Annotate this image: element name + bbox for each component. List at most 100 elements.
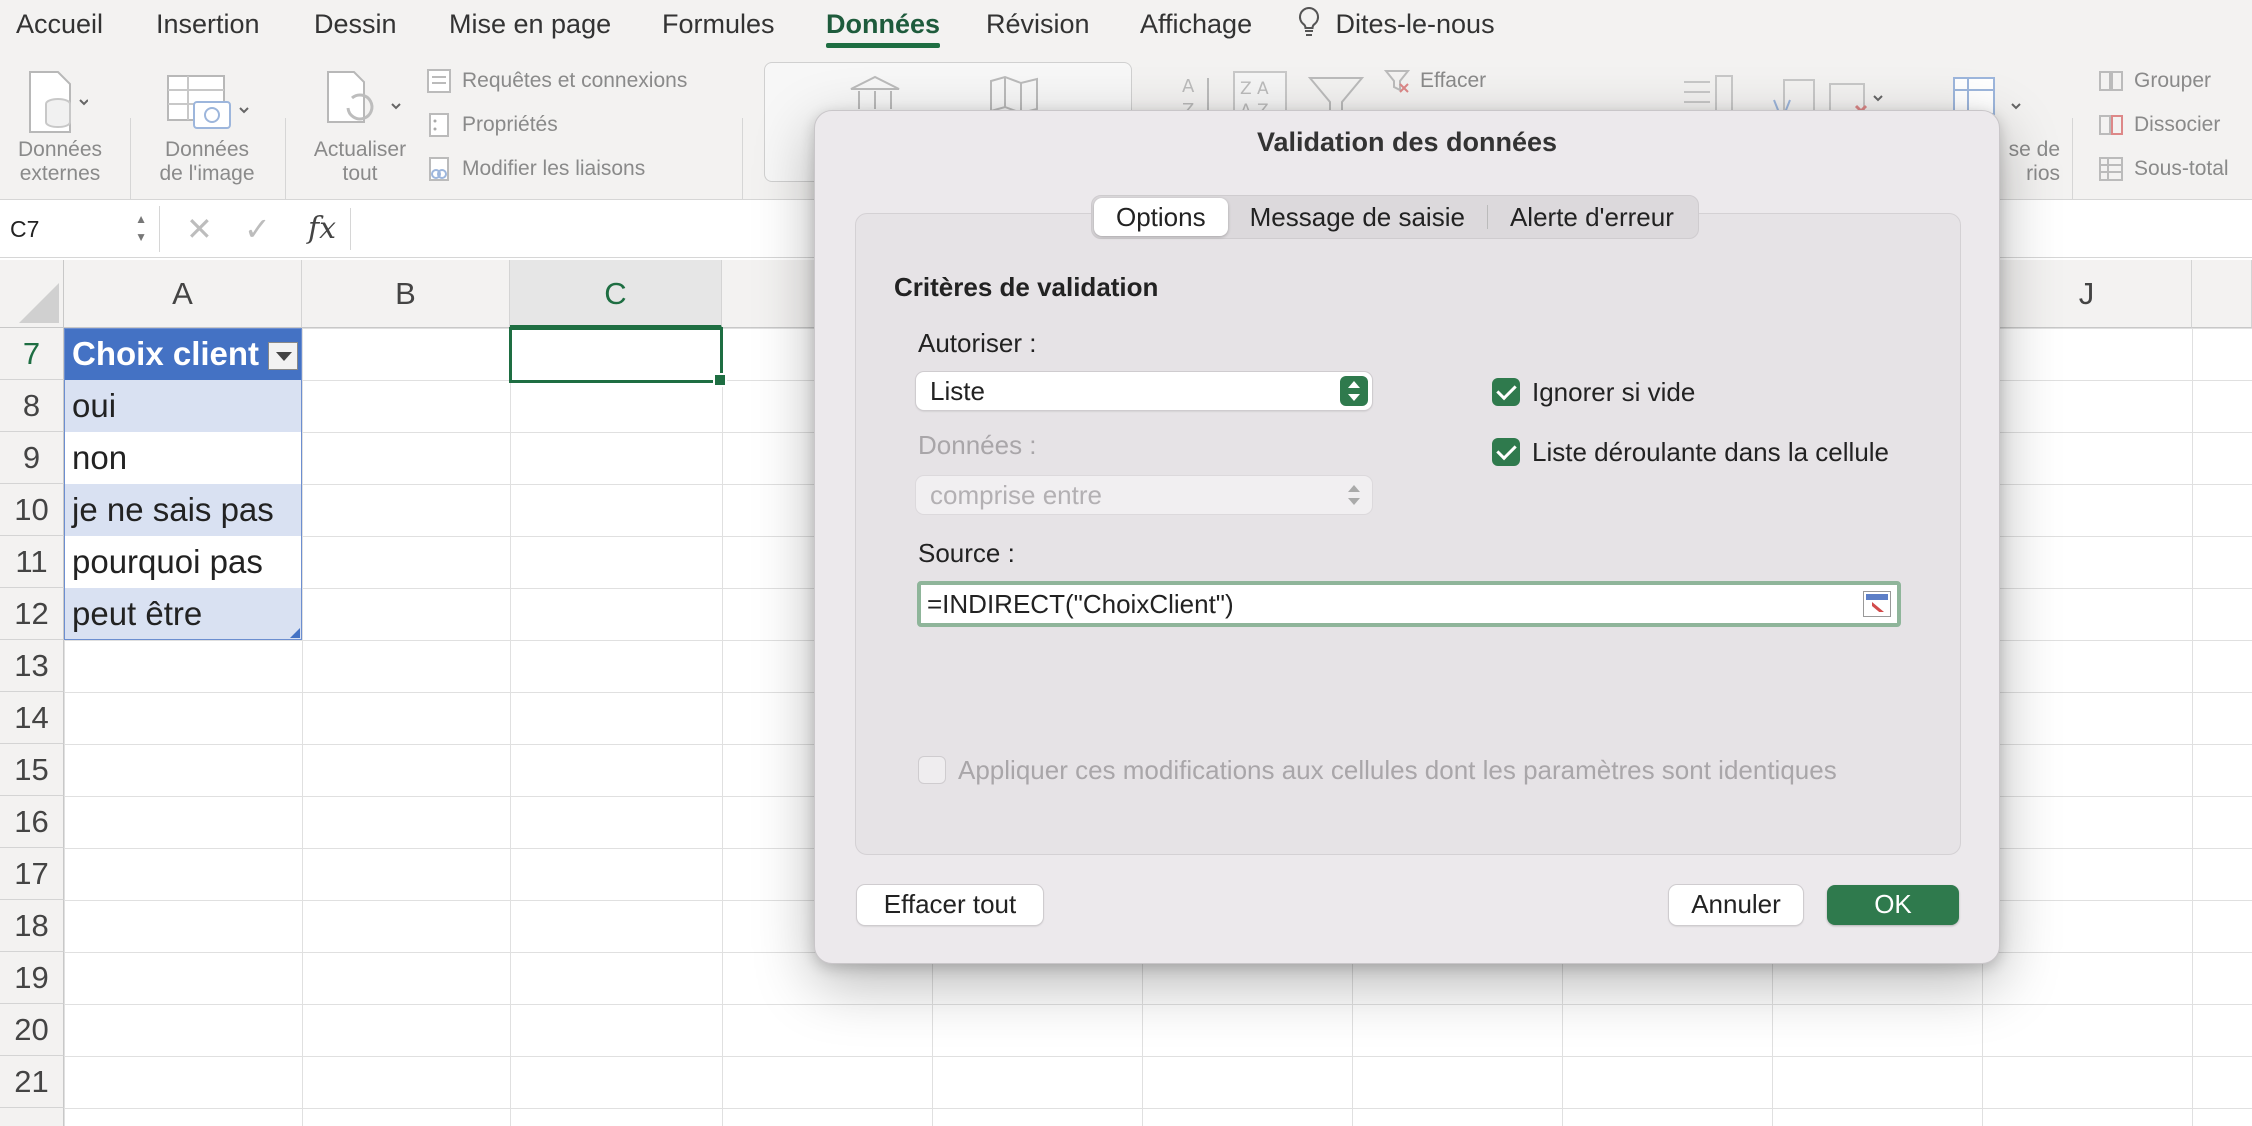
dialog-title: Validation des données	[1256, 127, 1558, 157]
svg-text:Z A: Z A	[1240, 79, 1269, 99]
edit-links-button[interactable]: Modifier les liaisons	[426, 154, 645, 184]
row-header-22[interactable]	[0, 1108, 64, 1126]
tab-revision[interactable]: Révision	[986, 4, 1090, 44]
scenarios-label-1: se de	[2008, 138, 2060, 161]
queries-connections-button[interactable]: Requêtes et connexions	[426, 66, 687, 96]
edit-links-label: Modifier les liaisons	[462, 157, 646, 180]
tab-options[interactable]: Options	[1094, 198, 1228, 236]
tab-insertion[interactable]: Insertion	[156, 4, 260, 44]
source-input[interactable]: =INDIRECT("ChoixClient")	[917, 581, 1901, 627]
row-header-21[interactable]: 21	[0, 1056, 64, 1108]
refresh-all-icon[interactable]	[322, 68, 406, 138]
refresh-all-label-2: tout	[342, 162, 378, 185]
allow-select[interactable]: Liste	[916, 372, 1372, 410]
cancel-button[interactable]: Annuler	[1669, 885, 1803, 925]
data-from-picture-icon[interactable]	[164, 72, 260, 134]
confirm-entry-icon[interactable]: ✓	[244, 210, 271, 248]
queries-icon	[426, 68, 452, 94]
tab-formules[interactable]: Formules	[662, 4, 775, 44]
insert-function-icon[interactable]: fx	[308, 210, 336, 248]
selected-cell-c7[interactable]	[509, 327, 727, 387]
table-row[interactable]: non	[64, 432, 302, 484]
table-header-label: Choix client	[72, 335, 260, 372]
row-header-7[interactable]: 7	[0, 328, 64, 380]
group-icon	[2098, 68, 2124, 94]
collapse-dialog-icon[interactable]	[1863, 591, 1891, 617]
apply-all-checkbox[interactable]	[918, 756, 946, 784]
table-header-cell[interactable]: Choix client	[64, 328, 302, 380]
clear-filter-label: Effacer	[1420, 69, 1487, 92]
table-row[interactable]: peut être	[64, 588, 302, 640]
ribbon-tab-bar: Accueil Insertion Dessin Mise en page Fo…	[0, 0, 2252, 58]
subtotal-icon	[2098, 156, 2124, 182]
column-header-k[interactable]	[2192, 260, 2252, 328]
tab-affichage[interactable]: Affichage	[1140, 4, 1252, 44]
external-data-label-2: externes	[19, 162, 101, 185]
group-button[interactable]: Grouper	[2098, 66, 2211, 96]
in-cell-dropdown-checkbox[interactable]	[1492, 438, 1520, 466]
row-header-11[interactable]: 11	[0, 536, 64, 588]
in-cell-dropdown-label: Liste déroulante dans la cellule	[1532, 437, 1890, 467]
properties-button[interactable]: Propriétés	[426, 110, 558, 140]
refresh-all-label-1: Actualiser	[313, 138, 407, 161]
group-label: Grouper	[2134, 69, 2212, 92]
external-data-icon[interactable]	[24, 68, 89, 138]
ok-button[interactable]: OK	[1827, 885, 1959, 925]
data-select[interactable]: comprise entre	[916, 476, 1372, 514]
tab-error-alert[interactable]: Alerte d'erreur	[1488, 198, 1696, 236]
dialog-tabs: Options Message de saisie Alerte d'erreu…	[1091, 195, 1699, 239]
row-header-14[interactable]: 14	[0, 692, 64, 744]
name-box-value: C7	[10, 216, 40, 242]
source-input-value: =INDIRECT("ChoixClient")	[927, 589, 1234, 619]
row-header-13[interactable]: 13	[0, 640, 64, 692]
ignore-blank-checkbox[interactable]	[1492, 378, 1520, 406]
ignore-blank-label: Ignorer si vide	[1532, 377, 1696, 407]
clear-all-button[interactable]: Effacer tout	[857, 885, 1043, 925]
properties-icon	[426, 112, 452, 138]
ungroup-button[interactable]: Dissocier	[2098, 110, 2220, 140]
svg-text:A: A	[1182, 76, 1195, 97]
clear-filter-button[interactable]: Effacer	[1383, 66, 1487, 96]
column-header-c[interactable]: C	[510, 260, 722, 328]
edit-links-icon	[426, 156, 452, 182]
subtotal-button[interactable]: Sous-total	[2098, 154, 2229, 184]
tab-accueil[interactable]: Accueil	[16, 4, 103, 44]
name-box[interactable]: C7 ▲ ▼	[0, 206, 160, 252]
row-header-16[interactable]: 16	[0, 796, 64, 848]
ungroup-label: Dissocier	[2134, 113, 2221, 136]
clear-filter-icon	[1383, 68, 1411, 94]
row-header-12[interactable]: 12	[0, 588, 64, 640]
table-row[interactable]: oui	[64, 380, 302, 432]
tab-dessin[interactable]: Dessin	[314, 4, 397, 44]
tell-me[interactable]: Dites-le-nous	[1296, 4, 1495, 44]
lightbulb-icon	[1296, 6, 1330, 39]
column-header-b[interactable]: B	[302, 260, 510, 328]
data-from-picture-label-2: de l'image	[159, 162, 255, 185]
row-header-8[interactable]: 8	[0, 380, 64, 432]
row-header-19[interactable]: 19	[0, 952, 64, 1004]
row-header-18[interactable]: 18	[0, 900, 64, 952]
ungroup-icon	[2098, 112, 2124, 138]
cancel-entry-icon[interactable]: ✕	[186, 210, 213, 248]
row-header-20[interactable]: 20	[0, 1004, 64, 1056]
options-panel: Critères de validation Autoriser : Liste…	[855, 213, 1961, 855]
column-header-j[interactable]: J	[1982, 260, 2192, 328]
allow-label: Autoriser :	[918, 328, 1037, 358]
external-data-label-1: Données	[17, 138, 103, 161]
tab-donnees[interactable]: Données	[826, 4, 941, 48]
row-header-9[interactable]: 9	[0, 432, 64, 484]
data-select-chevron-icon	[1340, 480, 1368, 510]
table-row[interactable]: pourquoi pas	[64, 536, 302, 588]
select-all-corner[interactable]	[0, 260, 64, 328]
row-header-15[interactable]: 15	[0, 744, 64, 796]
tab-input-message[interactable]: Message de saisie	[1228, 198, 1487, 236]
row-header-17[interactable]: 17	[0, 848, 64, 900]
data-from-picture-label-1: Données	[164, 138, 250, 161]
allow-select-chevron-icon	[1340, 376, 1368, 406]
column-header-a[interactable]: A	[64, 260, 302, 328]
row-header-10[interactable]: 10	[0, 484, 64, 536]
table-row[interactable]: je ne sais pas	[64, 484, 302, 536]
tab-mise-en-page[interactable]: Mise en page	[449, 4, 611, 44]
filter-dropdown-icon[interactable]	[268, 342, 298, 370]
name-box-stepper-icon[interactable]: ▲ ▼	[135, 210, 147, 246]
